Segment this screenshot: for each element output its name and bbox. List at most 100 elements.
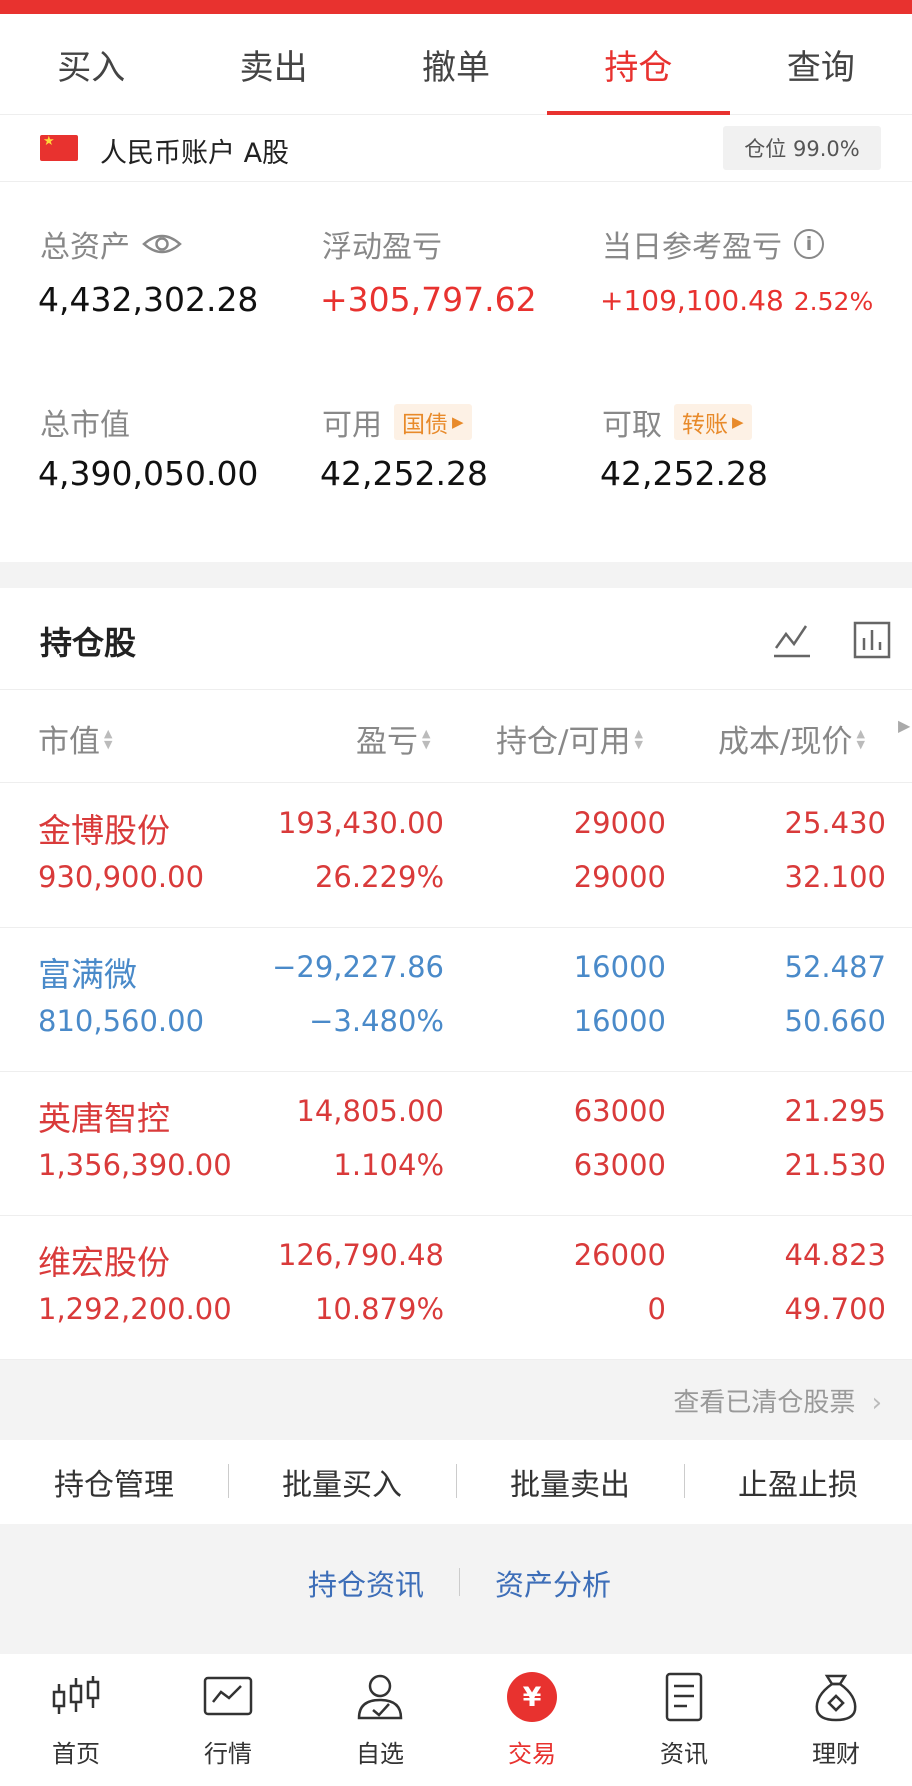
floating-pl-value: +305,797.62 bbox=[320, 280, 537, 319]
stock-available: 29000 bbox=[573, 860, 666, 894]
bottom-navigation: 首页 行情 自选 ¥ 交易 资讯 理财 bbox=[0, 1654, 912, 1786]
nav-wealth[interactable]: 理财 bbox=[760, 1654, 912, 1786]
tab-query[interactable]: 查询 bbox=[730, 14, 912, 114]
chart-icon bbox=[203, 1676, 253, 1716]
transfer-link[interactable]: 转账 ▶ bbox=[674, 404, 752, 440]
treasury-bond-link[interactable]: 国债 ▶ bbox=[394, 404, 472, 440]
metric-label-text: 可取 bbox=[602, 408, 662, 443]
sort-market-value[interactable]: 市值 ▲ ▼ bbox=[38, 716, 112, 761]
stock-position: 29000 bbox=[573, 806, 666, 840]
batch-buy-button[interactable]: 批量买入 bbox=[228, 1460, 456, 1504]
total-assets-label: 总资产 bbox=[40, 222, 182, 266]
floating-pl-label: 浮动盈亏 bbox=[322, 222, 442, 266]
tab-buy[interactable]: 买入 bbox=[0, 14, 182, 114]
metric-label-text: 当日参考盈亏 bbox=[602, 230, 782, 265]
withdrawable-value: 42,252.28 bbox=[600, 454, 768, 493]
stock-market-value: 930,900.00 bbox=[38, 860, 205, 894]
triangle-right-icon: ▶ bbox=[732, 413, 744, 431]
holding-row[interactable]: 富满微 810,560.00 −29,227.86 −3.480% 16000 … bbox=[0, 928, 912, 1072]
holdings-news-link[interactable]: 持仓资讯 bbox=[308, 1562, 424, 1604]
batch-sell-button[interactable]: 批量卖出 bbox=[456, 1460, 684, 1504]
nav-news[interactable]: 资讯 bbox=[608, 1654, 760, 1786]
line-chart-icon[interactable] bbox=[772, 620, 812, 660]
tab-label: 撤单 bbox=[422, 47, 491, 88]
triangle-right-icon: ▶ bbox=[452, 413, 464, 431]
available-label: 可用 国债 ▶ bbox=[322, 400, 472, 444]
position-ratio-badge: 仓位 99.0% bbox=[723, 126, 881, 170]
sort-icon: ▲ ▼ bbox=[422, 726, 431, 751]
bar-chart-icon[interactable] bbox=[852, 620, 892, 660]
daily-pl-amount: +109,100.48 bbox=[600, 284, 784, 317]
nav-watchlist[interactable]: 自选 bbox=[304, 1654, 456, 1786]
account-name: 人民币账户 A股 bbox=[100, 138, 290, 169]
trade-tabs: 买入 卖出 撤单 持仓 查询 bbox=[0, 14, 912, 115]
daily-pl-percent: 2.52% bbox=[793, 287, 874, 316]
stock-available: 16000 bbox=[573, 1004, 666, 1038]
stock-cost: 52.487 bbox=[784, 950, 886, 984]
nav-label: 理财 bbox=[812, 1740, 860, 1768]
stock-market-value: 1,292,200.00 bbox=[38, 1292, 232, 1326]
total-assets-value: 4,432,302.28 bbox=[38, 280, 259, 319]
stop-profit-loss-button[interactable]: 止盈止损 bbox=[684, 1460, 912, 1504]
stock-position: 63000 bbox=[573, 1094, 666, 1128]
stock-cost: 21.295 bbox=[784, 1094, 886, 1128]
stock-price: 50.660 bbox=[784, 1004, 886, 1038]
asset-analysis-link[interactable]: 资产分析 bbox=[495, 1562, 611, 1604]
metric-label-text: 总市值 bbox=[40, 408, 130, 443]
tab-sell[interactable]: 卖出 bbox=[182, 14, 364, 114]
sort-cost-price[interactable]: 成本/现价 ▲ ▼ bbox=[718, 716, 865, 761]
stock-market-value: 810,560.00 bbox=[38, 1004, 205, 1038]
sort-icon: ▲ ▼ bbox=[634, 726, 643, 751]
stock-name: 维宏股份 bbox=[38, 1243, 170, 1282]
market-value-value: 4,390,050.00 bbox=[38, 454, 259, 493]
sort-profit-loss[interactable]: 盈亏 ▲ ▼ bbox=[356, 716, 430, 761]
link-label: 查看已清仓股票 bbox=[673, 1388, 856, 1418]
nav-home[interactable]: 首页 bbox=[0, 1654, 152, 1786]
holding-row[interactable]: 金博股份 930,900.00 193,430.00 26.229% 29000… bbox=[0, 784, 912, 928]
candlestick-icon bbox=[52, 1676, 100, 1714]
stock-price: 32.100 bbox=[784, 860, 886, 894]
sort-position[interactable]: 持仓/可用 ▲ ▼ bbox=[496, 716, 643, 761]
info-icon[interactable]: i bbox=[794, 229, 824, 259]
stock-pl: 14,805.00 bbox=[296, 1094, 444, 1128]
stock-price: 21.530 bbox=[784, 1148, 886, 1182]
column-label: 市值 bbox=[38, 724, 100, 760]
stock-pl-pct: −3.480% bbox=[309, 1004, 444, 1038]
chevron-right-icon: › bbox=[871, 1388, 882, 1418]
stock-pl: −29,227.86 bbox=[272, 950, 444, 984]
daily-pl-value: +109,100.48 2.52% bbox=[600, 284, 873, 317]
info-links: 持仓资讯 资产分析 bbox=[0, 1524, 912, 1654]
nav-label: 交易 bbox=[508, 1740, 556, 1768]
sort-icon: ▲ ▼ bbox=[104, 726, 113, 751]
stock-price: 49.700 bbox=[784, 1292, 886, 1326]
scroll-right-icon[interactable]: ▶ bbox=[898, 716, 910, 735]
manage-holdings-button[interactable]: 持仓管理 bbox=[0, 1460, 228, 1504]
available-value: 42,252.28 bbox=[320, 454, 488, 493]
stock-cost: 25.430 bbox=[784, 806, 886, 840]
yen-icon: ¥ bbox=[503, 1668, 561, 1726]
money-bag-icon bbox=[815, 1674, 857, 1722]
tab-cancel[interactable]: 撤单 bbox=[365, 14, 547, 114]
nav-label: 资讯 bbox=[660, 1740, 708, 1768]
stock-available: 0 bbox=[647, 1292, 666, 1326]
metric-label-text: 总资产 bbox=[40, 230, 130, 265]
stock-name: 英唐智控 bbox=[38, 1099, 170, 1138]
nav-trade[interactable]: ¥ 交易 bbox=[456, 1654, 608, 1786]
sort-icon: ▲ ▼ bbox=[856, 726, 865, 751]
stock-cost: 44.823 bbox=[784, 1238, 886, 1272]
holding-row[interactable]: 英唐智控 1,356,390.00 14,805.00 1.104% 63000… bbox=[0, 1072, 912, 1216]
view-cleared-stocks-link[interactable]: 查看已清仓股票 › bbox=[673, 1382, 882, 1419]
tab-label: 查询 bbox=[786, 47, 855, 88]
document-icon bbox=[665, 1672, 703, 1722]
daily-pl-label: 当日参考盈亏 i bbox=[602, 222, 824, 266]
cleared-stocks-bar: 查看已清仓股票 › bbox=[0, 1360, 912, 1440]
tab-holdings[interactable]: 持仓 bbox=[547, 14, 731, 115]
stock-pl-pct: 1.104% bbox=[333, 1148, 444, 1182]
tab-label: 持仓 bbox=[604, 47, 673, 88]
stock-pl: 193,430.00 bbox=[277, 806, 444, 840]
account-bar: ★ 人民币账户 A股 仓位 99.0% bbox=[0, 117, 912, 182]
holding-row[interactable]: 维宏股份 1,292,200.00 126,790.48 10.879% 260… bbox=[0, 1216, 912, 1360]
stock-name: 富满微 bbox=[38, 955, 137, 994]
nav-market[interactable]: 行情 bbox=[152, 1654, 304, 1786]
eye-icon[interactable] bbox=[142, 232, 182, 256]
